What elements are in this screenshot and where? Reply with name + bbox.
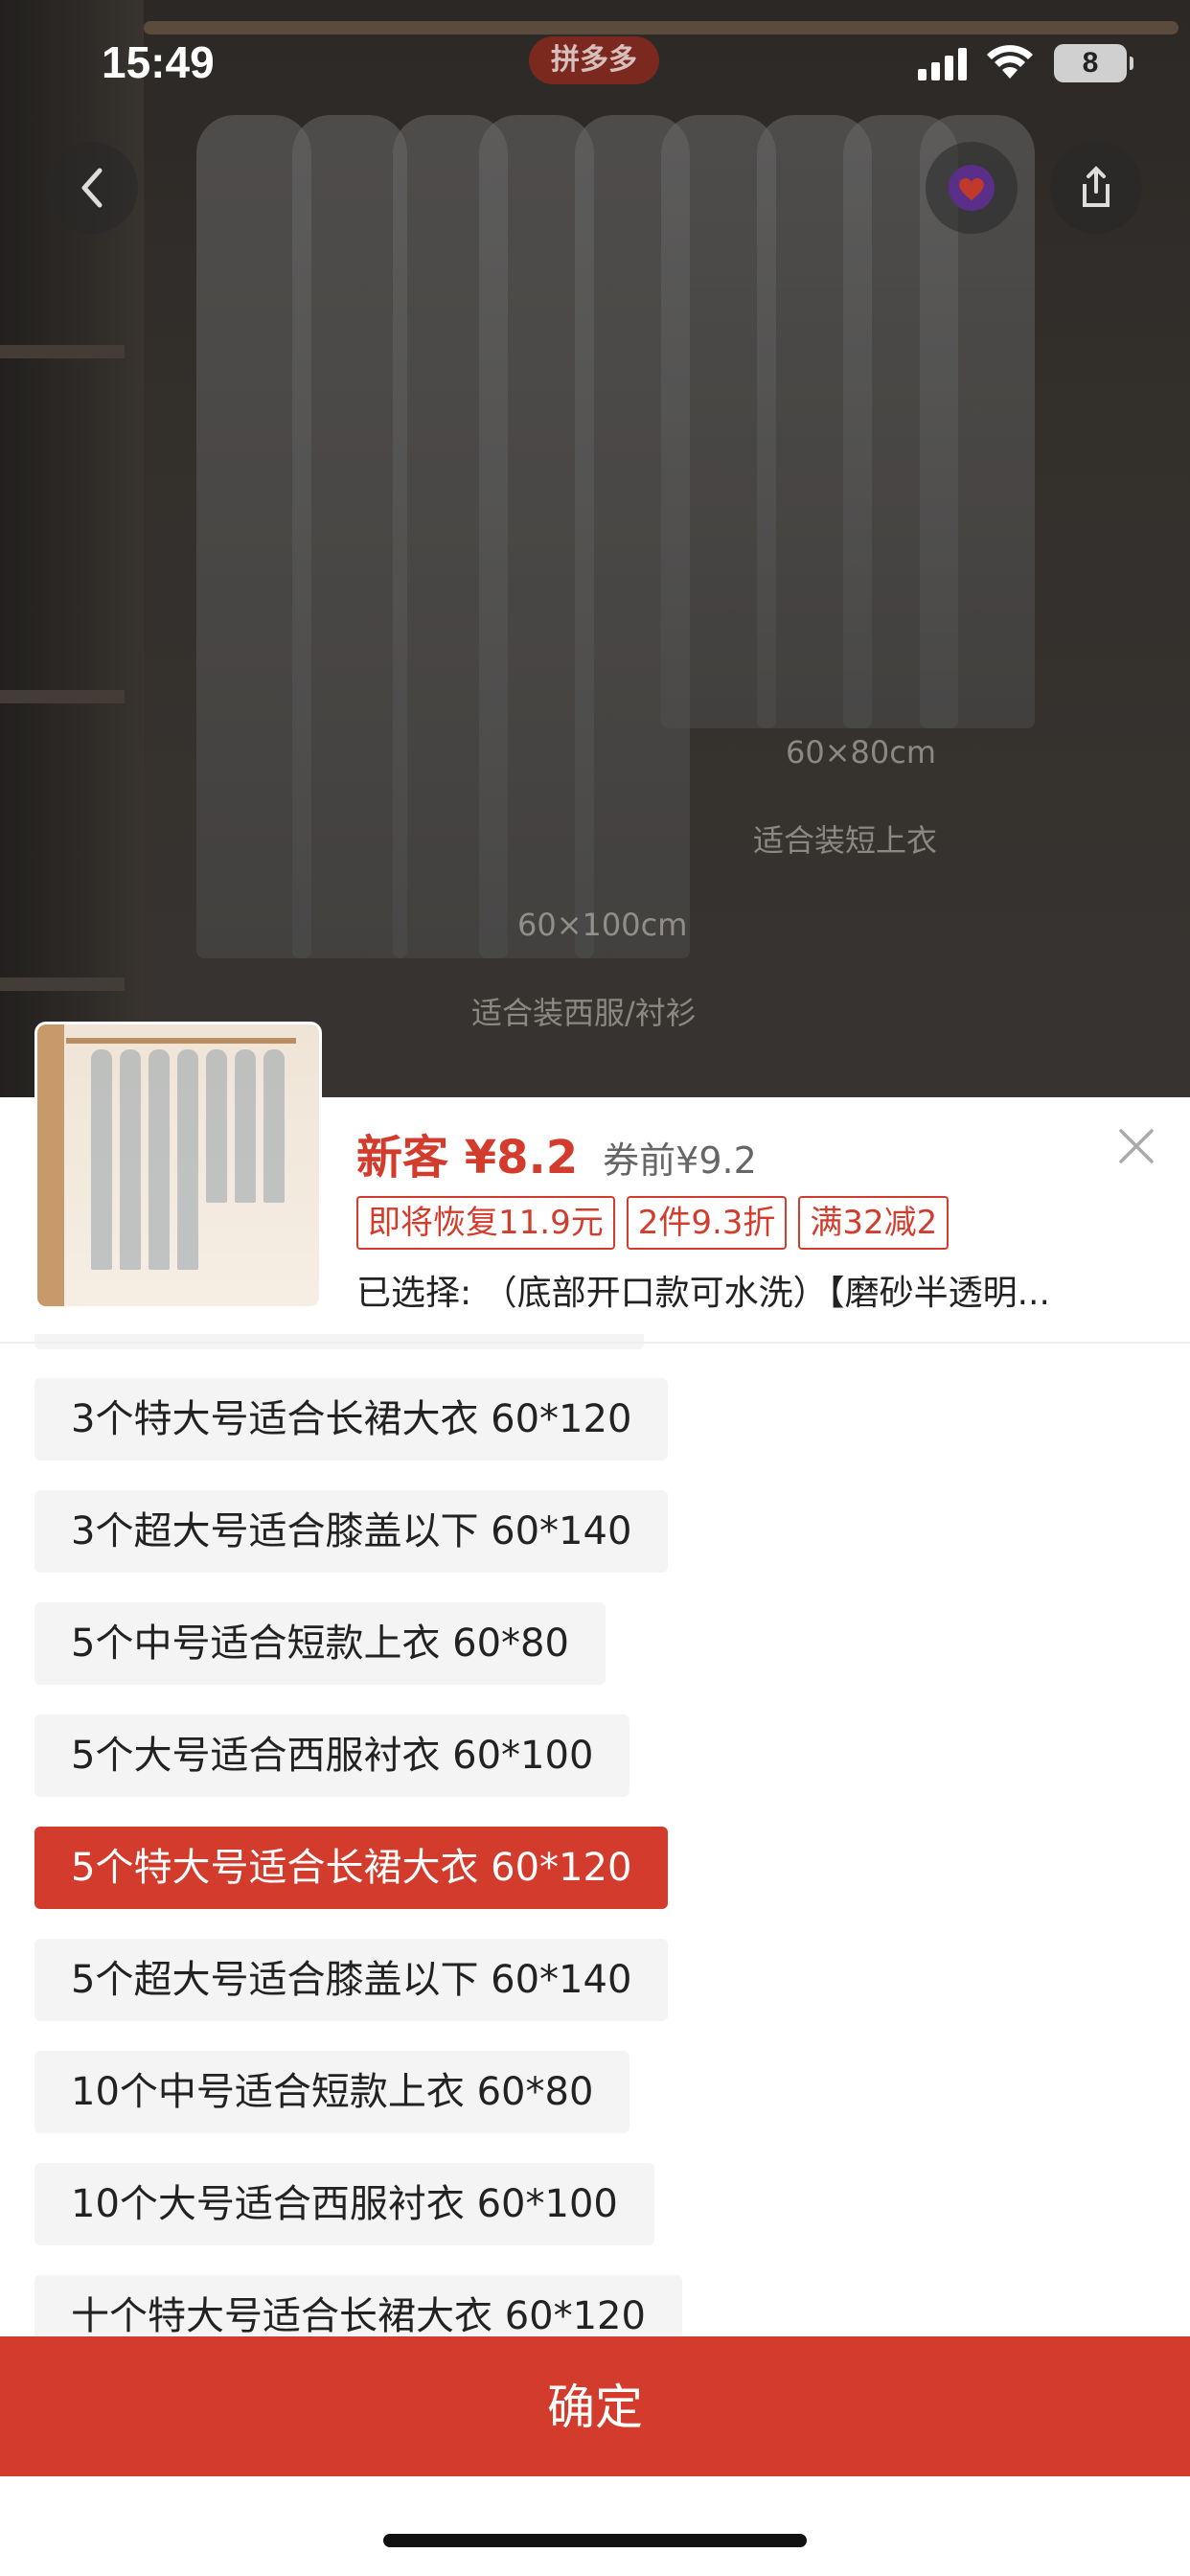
option-item[interactable]: 5个大号适合西服衬衣 60*100 — [34, 1714, 630, 1797]
option-item[interactable]: 5个中号适合短款上衣 60*80 — [34, 1602, 606, 1685]
use-label-short: 适合装短上衣 — [753, 822, 938, 859]
promo-tag: 即将恢复11.9元 — [356, 1196, 615, 1250]
thumbnail-wardrobe-side — [37, 1024, 64, 1306]
wifi-icon — [987, 45, 1033, 79]
chevron-left-icon — [81, 168, 103, 208]
battery-indicator: 8 — [1054, 44, 1133, 82]
option-item[interactable]: 10个中号适合短款上衣 60*80 — [34, 2051, 630, 2133]
share-button[interactable] — [1050, 142, 1142, 234]
option-item[interactable]: 3个超大号适合膝盖以下 60*140 — [34, 1490, 669, 1573]
promo-tag: 满32减2 — [798, 1196, 950, 1250]
status-time: 15:49 — [102, 37, 215, 87]
back-button[interactable] — [46, 142, 138, 234]
thumbnail-garment — [149, 1049, 170, 1270]
thumbnail-garment — [206, 1049, 227, 1203]
size-label-long: 60×100cm — [517, 907, 688, 943]
thumbnail-rod — [66, 1038, 296, 1044]
thumbnail-garment — [263, 1049, 285, 1203]
thumbnail-garment — [177, 1049, 198, 1270]
price-row: 新客 ¥8.2 券前¥9.2 — [356, 1119, 757, 1186]
thumbnail-garment — [120, 1049, 141, 1270]
option-item[interactable]: 10个大号适合西服衬衣 60*100 — [34, 2163, 654, 2245]
close-icon[interactable] — [1115, 1125, 1157, 1167]
use-label-long: 适合装西服/衬衫 — [471, 995, 697, 1031]
confirm-button[interactable]: 确定 — [0, 2336, 1190, 2476]
price-before-coupon: 券前¥9.2 — [603, 1139, 757, 1182]
thumbnail-garment — [91, 1049, 112, 1270]
home-indicator[interactable] — [383, 2534, 807, 2547]
price-main: 新客 ¥8.2 — [356, 1131, 579, 1184]
option-item[interactable]: 5个超大号适合膝盖以下 60*140 — [34, 1939, 669, 2021]
promo-tags: 即将恢复11.9元 2件9.3折 满32减2 — [356, 1196, 950, 1250]
heart-icon — [949, 165, 995, 211]
selected-spec: 已选择: （底部开口款可水洗）【磨砂半透明... — [356, 1274, 1050, 1313]
option-item-selected[interactable]: 5个特大号适合长裙大衣 60*120 — [34, 1827, 669, 1909]
size-label-short: 60×80cm — [786, 734, 937, 770]
divider — [0, 1342, 1190, 1344]
option-item[interactable]: 3个特大号适合长裙大衣 60*120 — [34, 1378, 669, 1460]
signal-icon — [918, 48, 967, 80]
favorite-button[interactable] — [926, 142, 1018, 234]
promo-tag: 2件9.3折 — [626, 1196, 788, 1250]
app-logo: 拼多多 — [529, 36, 659, 84]
product-thumbnail[interactable] — [34, 1022, 322, 1309]
thumbnail-garment — [235, 1049, 256, 1203]
share-icon — [1083, 166, 1110, 207]
